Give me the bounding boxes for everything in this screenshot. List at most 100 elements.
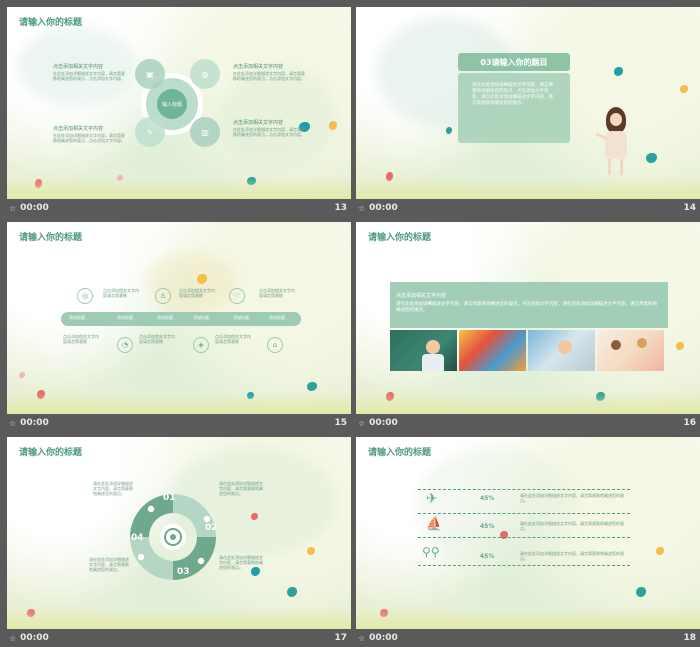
row-divider	[418, 513, 630, 514]
step-text: 点击添加相关文字内容请言简意赅	[179, 288, 215, 298]
slide-number: 18	[683, 633, 696, 643]
segment-label-01: 01	[163, 493, 176, 503]
user-icon: ♙	[155, 288, 171, 304]
slide-canvas: 请输入你的标题 输入标题 ▣ ◍ ✎ ▥ 点击添加相关文字内容 在此处添加详细描…	[7, 7, 351, 199]
girl-illustration	[592, 103, 642, 183]
star-icon: ☆	[358, 633, 366, 643]
slide-number: 15	[334, 418, 347, 428]
bulb-icon: ◈	[193, 337, 209, 353]
slide-canvas: 03请输入你的题目 请在此处添加详细描述文字内容，请言简意赅地阐述您的观点，点击…	[356, 7, 700, 199]
slide-timing: 00:00	[20, 418, 49, 428]
grass-decoration	[356, 177, 700, 199]
slide-title: 请输入你的标题	[19, 18, 83, 28]
text-block-heading: 点击添加相关文字内容	[53, 126, 104, 132]
slide-timing: 00:00	[20, 633, 49, 643]
photo-kid-magnifier	[528, 330, 595, 371]
row-percent: 45%	[480, 553, 495, 560]
slide-canvas: 请输入你的标题 ◎ ♙ ♡ ◔ ◈ ⌂ 添加标题 添加标题 添加标题 添加标题 …	[7, 222, 351, 414]
slide-timing: 00:00	[369, 418, 398, 428]
grass-decoration	[356, 607, 700, 629]
row-divider	[418, 565, 630, 566]
segment-text: 请在此处添加详细描述文字内容，请言简意赅地阐述您的观点。	[219, 481, 263, 496]
slide-thumbnail-14[interactable]: 03请输入你的题目 请在此处添加详细描述文字内容，请言简意赅地阐述您的观点，点击…	[356, 7, 700, 217]
text-panel: 请在此处添加详细描述文字内容，请言简意赅地阐述您的观点，点击添加文字内容，请在此…	[458, 73, 570, 143]
step-label: 添加标题	[193, 315, 209, 320]
slide-thumbnail-18[interactable]: 请输入你的标题 ✈ ⛵ ⚲⚲ 45% 45% 45% 请在此处添加详细描述文字内…	[356, 437, 700, 647]
grass-decoration	[7, 392, 351, 414]
slide-number: 16	[683, 418, 696, 428]
location-icon: ◎	[77, 288, 93, 304]
slide-status-bar: ☆ 00:00 15	[7, 414, 351, 432]
edit-icon: ✎	[135, 117, 165, 147]
bicycle-icon: ⚲⚲	[422, 545, 440, 559]
slide-timing: 00:00	[20, 203, 49, 213]
text-block-body: 在此处添加详细描述文字内容，请言简意赅地阐述您的观点，点击添加文字内容。	[233, 71, 305, 81]
panel-body-text: 请在此处添加详细描述文字内容，请言简意赅地阐述您的观点，点击添加文字内容，请在此…	[472, 83, 553, 106]
step-label: 添加标题	[117, 315, 133, 320]
step-text: 点击添加相关文字内容请言简意赅	[215, 334, 251, 344]
slide-thumbnail-17[interactable]: 请输入你的标题 01 02 03 04 请在此处添加详细描述文字内容，请言简意赅…	[7, 437, 351, 647]
text-block-heading: 点击添加相关文字内容	[233, 64, 284, 70]
slide-title: 请输入你的标题	[19, 233, 83, 243]
heart-icon: ♡	[229, 288, 245, 304]
text-block-heading: 点击添加相关文字内容	[53, 64, 104, 70]
sailboat-icon: ⛵	[426, 517, 443, 532]
slide-canvas: 请输入你的标题 点击添加相关文字内容 请在此处添加详细描述文字内容，请言简意赅地…	[356, 222, 700, 414]
segment-text: 请在此处添加详细描述文字内容，请言简意赅地阐述您的观点。	[89, 557, 129, 572]
calendar-icon: ▣	[135, 59, 165, 89]
slide-thumbnail-16[interactable]: 请输入你的标题 点击添加相关文字内容 请在此处添加详细描述文字内容，请言简意赅地…	[356, 222, 700, 432]
title-banner: 03请输入你的题目	[458, 53, 570, 71]
slide-title: 请输入你的标题	[368, 233, 432, 243]
slide-title: 03请输入你的题目	[480, 57, 548, 67]
star-icon: ☆	[358, 418, 366, 428]
text-block-body: 在此处添加详细描述文字内容，请言简意赅地阐述您的观点，点击添加文字内容。	[53, 71, 125, 81]
photo-kids-circle	[459, 330, 526, 371]
process-ribbon	[61, 312, 301, 326]
slide-number: 14	[683, 203, 696, 213]
step-text: 点击添加相关文字内容请言简意赅	[63, 334, 99, 344]
row-percent: 45%	[480, 495, 495, 502]
slide-thumbnail-15[interactable]: 请输入你的标题 ◎ ♙ ♡ ◔ ◈ ⌂ 添加标题 添加标题 添加标题 添加标题 …	[7, 222, 351, 432]
step-label: 添加标题	[69, 315, 85, 320]
segmented-ring	[130, 494, 216, 580]
segment-text: 请在此处添加详细描述文字内容，请言简意赅地阐述您的观点。	[93, 481, 133, 496]
globe-icon: ◍	[190, 59, 220, 89]
hub-center: 输入标题	[157, 89, 187, 119]
slide-thumbnail-13[interactable]: 请输入你的标题 输入标题 ▣ ◍ ✎ ▥ 点击添加相关文字内容 在此处添加详细描…	[7, 7, 351, 217]
slide-title: 请输入你的标题	[368, 448, 432, 458]
airplane-icon: ✈	[426, 491, 438, 507]
grass-decoration	[356, 392, 700, 414]
slide-status-bar: ☆ 00:00 13	[7, 199, 351, 217]
photo-girls-table	[597, 330, 664, 371]
slide-timing: 00:00	[369, 203, 398, 213]
slide-number: 13	[334, 203, 347, 213]
step-label: 添加标题	[233, 315, 249, 320]
row-description: 请在此处添加详细描述文字内容，请言简意赅地阐述您的观点。	[520, 493, 624, 503]
slide-canvas: 请输入你的标题 01 02 03 04 请在此处添加详细描述文字内容，请言简意赅…	[7, 437, 351, 629]
step-text: 点击添加相关文字内容请言简意赅	[103, 288, 139, 298]
slide-status-bar: ☆ 00:00 17	[7, 629, 351, 647]
slide-canvas: 请输入你的标题 ✈ ⛵ ⚲⚲ 45% 45% 45% 请在此处添加详细描述文字内…	[356, 437, 700, 629]
segment-text: 请在此处添加详细描述文字内容，请言简意赅地阐述您的观点。	[219, 555, 263, 570]
slide-timing: 00:00	[369, 633, 398, 643]
star-icon: ☆	[9, 633, 17, 643]
step-label: 添加标题	[269, 315, 285, 320]
grass-decoration	[7, 177, 351, 199]
segment-label-02: 02	[205, 523, 218, 533]
segment-label-04: 04	[131, 533, 144, 543]
row-divider	[418, 537, 630, 538]
row-percent: 45%	[480, 523, 495, 530]
trash-icon: ▥	[190, 117, 220, 147]
hub-label: 输入标题	[161, 101, 182, 108]
step-label: 添加标题	[157, 315, 173, 320]
slide-status-bar: ☆ 00:00 18	[356, 629, 700, 647]
photo-boy-chalkboard	[390, 330, 457, 371]
band-heading: 点击添加相关文字内容	[396, 293, 447, 299]
star-icon: ☆	[9, 203, 17, 213]
text-block-body: 在此处添加详细描述文字内容，请言简意赅地阐述您的观点，点击添加文字内容。	[233, 127, 305, 137]
slide-status-bar: ☆ 00:00 14	[356, 199, 700, 217]
home-icon: ⌂	[267, 337, 283, 353]
star-icon: ☆	[9, 418, 17, 428]
segment-label-03: 03	[177, 567, 190, 577]
row-divider	[418, 489, 630, 490]
